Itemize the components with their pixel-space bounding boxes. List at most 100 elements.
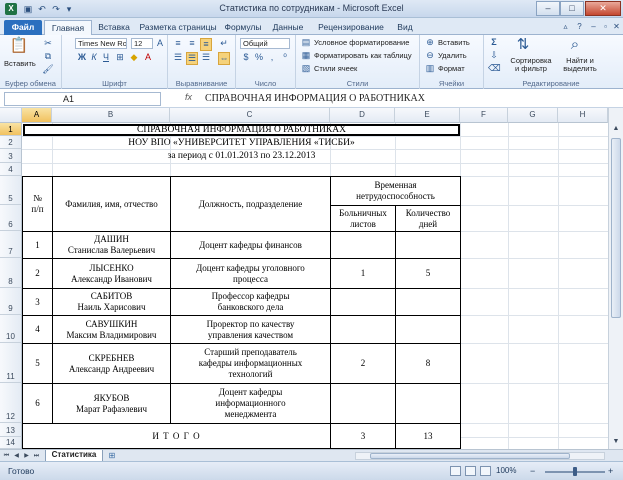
currency-icon[interactable]: $ <box>240 52 252 63</box>
column-header-f[interactable]: F <box>460 108 508 123</box>
row-header-1[interactable]: 1 <box>0 123 22 136</box>
total-days[interactable]: 13 <box>396 424 461 449</box>
row-header-11[interactable]: 11 <box>0 343 22 383</box>
employee-days[interactable]: 8 <box>396 344 461 384</box>
employee-sick-leaves[interactable] <box>331 316 396 344</box>
employee-num[interactable]: 3 <box>22 289 53 316</box>
fx-icon[interactable]: fx <box>185 92 192 102</box>
doc-restore-icon[interactable]: ▫ <box>600 21 611 32</box>
conditional-format-icon[interactable]: ▤ <box>300 37 312 48</box>
header-position[interactable]: Должность, подразделение <box>171 176 331 232</box>
last-sheet-icon[interactable]: ⏭ <box>32 451 41 461</box>
insert-sheet-icon[interactable]: ⊞ <box>106 451 118 461</box>
maximize-button[interactable]: □ <box>560 1 584 16</box>
header-disability[interactable]: Временная нетрудоспособность <box>331 176 461 206</box>
font-color-icon[interactable]: A <box>142 52 154 63</box>
format-cells-icon[interactable]: ▥ <box>424 63 436 74</box>
help-icon[interactable]: ? <box>574 21 585 32</box>
align-top-icon[interactable]: ≡ <box>172 38 184 49</box>
format-table-icon[interactable]: ▦ <box>300 50 312 61</box>
header-num[interactable]: № п/п <box>22 176 53 232</box>
formula-input[interactable]: СПРАВОЧНАЯ ИНФОРМАЦИЯ О РАБОТНИКАХ <box>205 93 425 104</box>
employee-position[interactable]: Доцент кафедры информационного менеджмен… <box>171 384 331 424</box>
normal-view-icon[interactable] <box>450 466 461 476</box>
cell-styles-button[interactable]: Стили ячеек <box>314 64 357 73</box>
employee-num[interactable]: 2 <box>22 259 53 289</box>
vertical-scrollbar[interactable]: ▲ ▼ <box>608 108 623 449</box>
vertical-scroll-thumb[interactable] <box>611 138 621 318</box>
format-cells-button[interactable]: Формат <box>438 64 465 73</box>
worksheet-grid[interactable]: A B C D E F G H 1 2 3 4 5 6 7 8 9 10 11 … <box>0 108 623 449</box>
conditional-format-button[interactable]: Условное форматирование <box>314 38 409 47</box>
font-size-combo[interactable]: 12 <box>131 38 153 49</box>
align-bottom-icon[interactable]: ≡ <box>200 38 212 51</box>
employee-name[interactable]: САБИТОВ Наиль Харисович <box>53 289 171 316</box>
merge-center-icon[interactable]: ⇔ <box>218 52 230 65</box>
employee-name[interactable]: ДАШИН Станислав Валерьевич <box>53 232 171 259</box>
horizontal-scroll-thumb[interactable] <box>370 453 570 459</box>
bold-icon[interactable]: Ж <box>76 52 88 63</box>
employee-sick-leaves[interactable]: 1 <box>331 259 396 289</box>
sort-filter-button[interactable]: Сортировка и фильтр <box>508 57 554 73</box>
employee-num[interactable]: 5 <box>22 344 53 384</box>
organization-name[interactable]: НОУ ВПО «УНИВЕРСИТЕТ УПРАВЛЕНИЯ «ТИСБИ» <box>23 137 460 149</box>
delete-cells-button[interactable]: Удалить <box>438 51 467 60</box>
column-header-c[interactable]: C <box>170 108 330 123</box>
row-header-4[interactable]: 4 <box>0 163 22 176</box>
total-label[interactable]: И Т О Г О <box>22 424 331 449</box>
column-header-d[interactable]: D <box>330 108 395 123</box>
format-table-button[interactable]: Форматировать как таблицу <box>314 51 412 60</box>
autosum-icon[interactable]: Σ <box>488 37 500 48</box>
tab-view[interactable]: Вид <box>392 20 418 35</box>
employee-name[interactable]: СКРЕБНЕВ Александр Андреевич <box>53 344 171 384</box>
percent-icon[interactable]: % <box>253 52 265 63</box>
row-header-12[interactable]: 12 <box>0 383 22 423</box>
align-left-icon[interactable]: ☰ <box>172 52 184 63</box>
paste-icon[interactable]: 📋 <box>8 37 30 55</box>
zoom-level[interactable]: 100% <box>496 466 516 475</box>
tab-review[interactable]: Рецензирование <box>312 20 390 35</box>
tab-formulas[interactable]: Формулы <box>222 20 264 35</box>
employee-days[interactable] <box>396 232 461 259</box>
row-header-10[interactable]: 10 <box>0 315 22 343</box>
page-break-view-icon[interactable] <box>480 466 491 476</box>
tab-file[interactable]: Файл <box>4 20 42 35</box>
column-header-g[interactable]: G <box>508 108 558 123</box>
employee-num[interactable]: 1 <box>22 232 53 259</box>
zoom-slider-knob[interactable] <box>573 467 577 476</box>
employee-sick-leaves[interactable] <box>331 289 396 316</box>
number-format-combo[interactable]: Общий <box>240 38 290 49</box>
employee-position[interactable]: Доцент кафедры финансов <box>171 232 331 259</box>
sort-filter-icon[interactable]: ⇅ <box>510 36 536 54</box>
doc-close-icon[interactable]: ✕ <box>611 21 622 32</box>
first-sheet-icon[interactable]: ⏮ <box>2 451 11 461</box>
align-right-icon[interactable]: ☰ <box>200 52 212 63</box>
prev-sheet-icon[interactable]: ◀ <box>12 451 21 461</box>
select-all-corner[interactable] <box>0 108 22 123</box>
header-sick-leaves[interactable]: Больничных листов <box>331 206 396 232</box>
doc-minimize-icon[interactable]: – <box>588 21 599 32</box>
column-header-b[interactable]: B <box>52 108 170 123</box>
column-header-e[interactable]: E <box>395 108 460 123</box>
employee-position[interactable]: Проректор по качеству управления качеств… <box>171 316 331 344</box>
employee-sick-leaves[interactable] <box>331 384 396 424</box>
employee-name[interactable]: ЛЫСЕНКО Александр Иванович <box>53 259 171 289</box>
employee-name[interactable]: ЯКУБОВ Марат Рафаэлевич <box>53 384 171 424</box>
format-painter-icon[interactable]: 🖌 <box>42 64 54 75</box>
delete-cells-icon[interactable]: ⊖ <box>424 50 436 61</box>
row-header-2[interactable]: 2 <box>0 136 22 149</box>
scroll-down-icon[interactable]: ▼ <box>611 437 621 447</box>
row-header-5[interactable]: 5 <box>0 176 22 205</box>
header-name[interactable]: Фамилия, имя, отчество <box>53 176 171 232</box>
header-days[interactable]: Количество дней <box>396 206 461 232</box>
employee-name[interactable]: САВУШКИН Максим Владимирович <box>53 316 171 344</box>
employee-days[interactable] <box>396 316 461 344</box>
employee-sick-leaves[interactable] <box>331 232 396 259</box>
name-box[interactable]: A1 <box>4 92 161 106</box>
column-header-a[interactable]: A <box>22 108 52 123</box>
zoom-out-button[interactable]: − <box>530 466 535 476</box>
column-header-h[interactable]: H <box>558 108 608 123</box>
scroll-up-icon[interactable]: ▲ <box>611 124 621 134</box>
report-period[interactable]: за период с 01.01.2013 по 23.12.2013 <box>23 150 460 163</box>
close-button[interactable]: ✕ <box>585 1 621 16</box>
